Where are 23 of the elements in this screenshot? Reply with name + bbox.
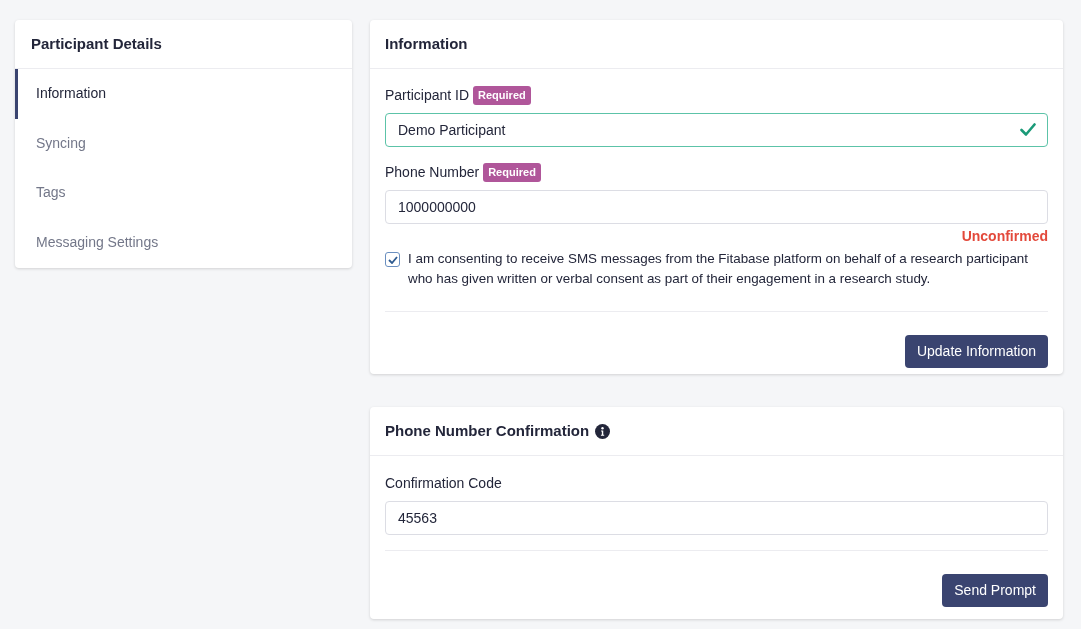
field-label: Confirmation Code (385, 474, 502, 493)
check-icon (387, 255, 398, 264)
text-field[interactable]: Demo Participant (385, 113, 1048, 147)
update-information-button[interactable]: Update Information (904, 335, 1048, 368)
consent-text: I am consenting to receive SMS messages from the Fitabase platform on behalf of a research participant who has given written or verbal consent as part of their engagement in a research study. (408, 250, 1029, 288)
info-icon[interactable] (595, 423, 611, 439)
text-field[interactable]: 1000000000 (385, 190, 1048, 224)
status-text: Unconfirmed (961, 227, 1048, 246)
sidebar-item[interactable]: Tags (15, 168, 352, 218)
check-icon (1020, 123, 1036, 136)
sidebar-item[interactable]: Messaging Settings (15, 217, 352, 267)
card-title: Participant Details (31, 33, 162, 54)
sidebar-item[interactable]: Information (15, 69, 352, 119)
text-field[interactable]: 45563 (385, 501, 1048, 535)
card-title: Phone Number Confirmation (385, 420, 590, 441)
field-label: Phone Number (385, 163, 480, 182)
required-badge: Required (483, 163, 541, 182)
send-prompt-button[interactable]: Send Prompt (942, 574, 1048, 607)
sidebar-item[interactable]: Syncing (15, 118, 352, 168)
field-label: Participant ID (385, 86, 470, 105)
required-badge: Required (473, 86, 531, 105)
checkbox[interactable] (385, 252, 400, 267)
card-title: Information (385, 33, 468, 54)
